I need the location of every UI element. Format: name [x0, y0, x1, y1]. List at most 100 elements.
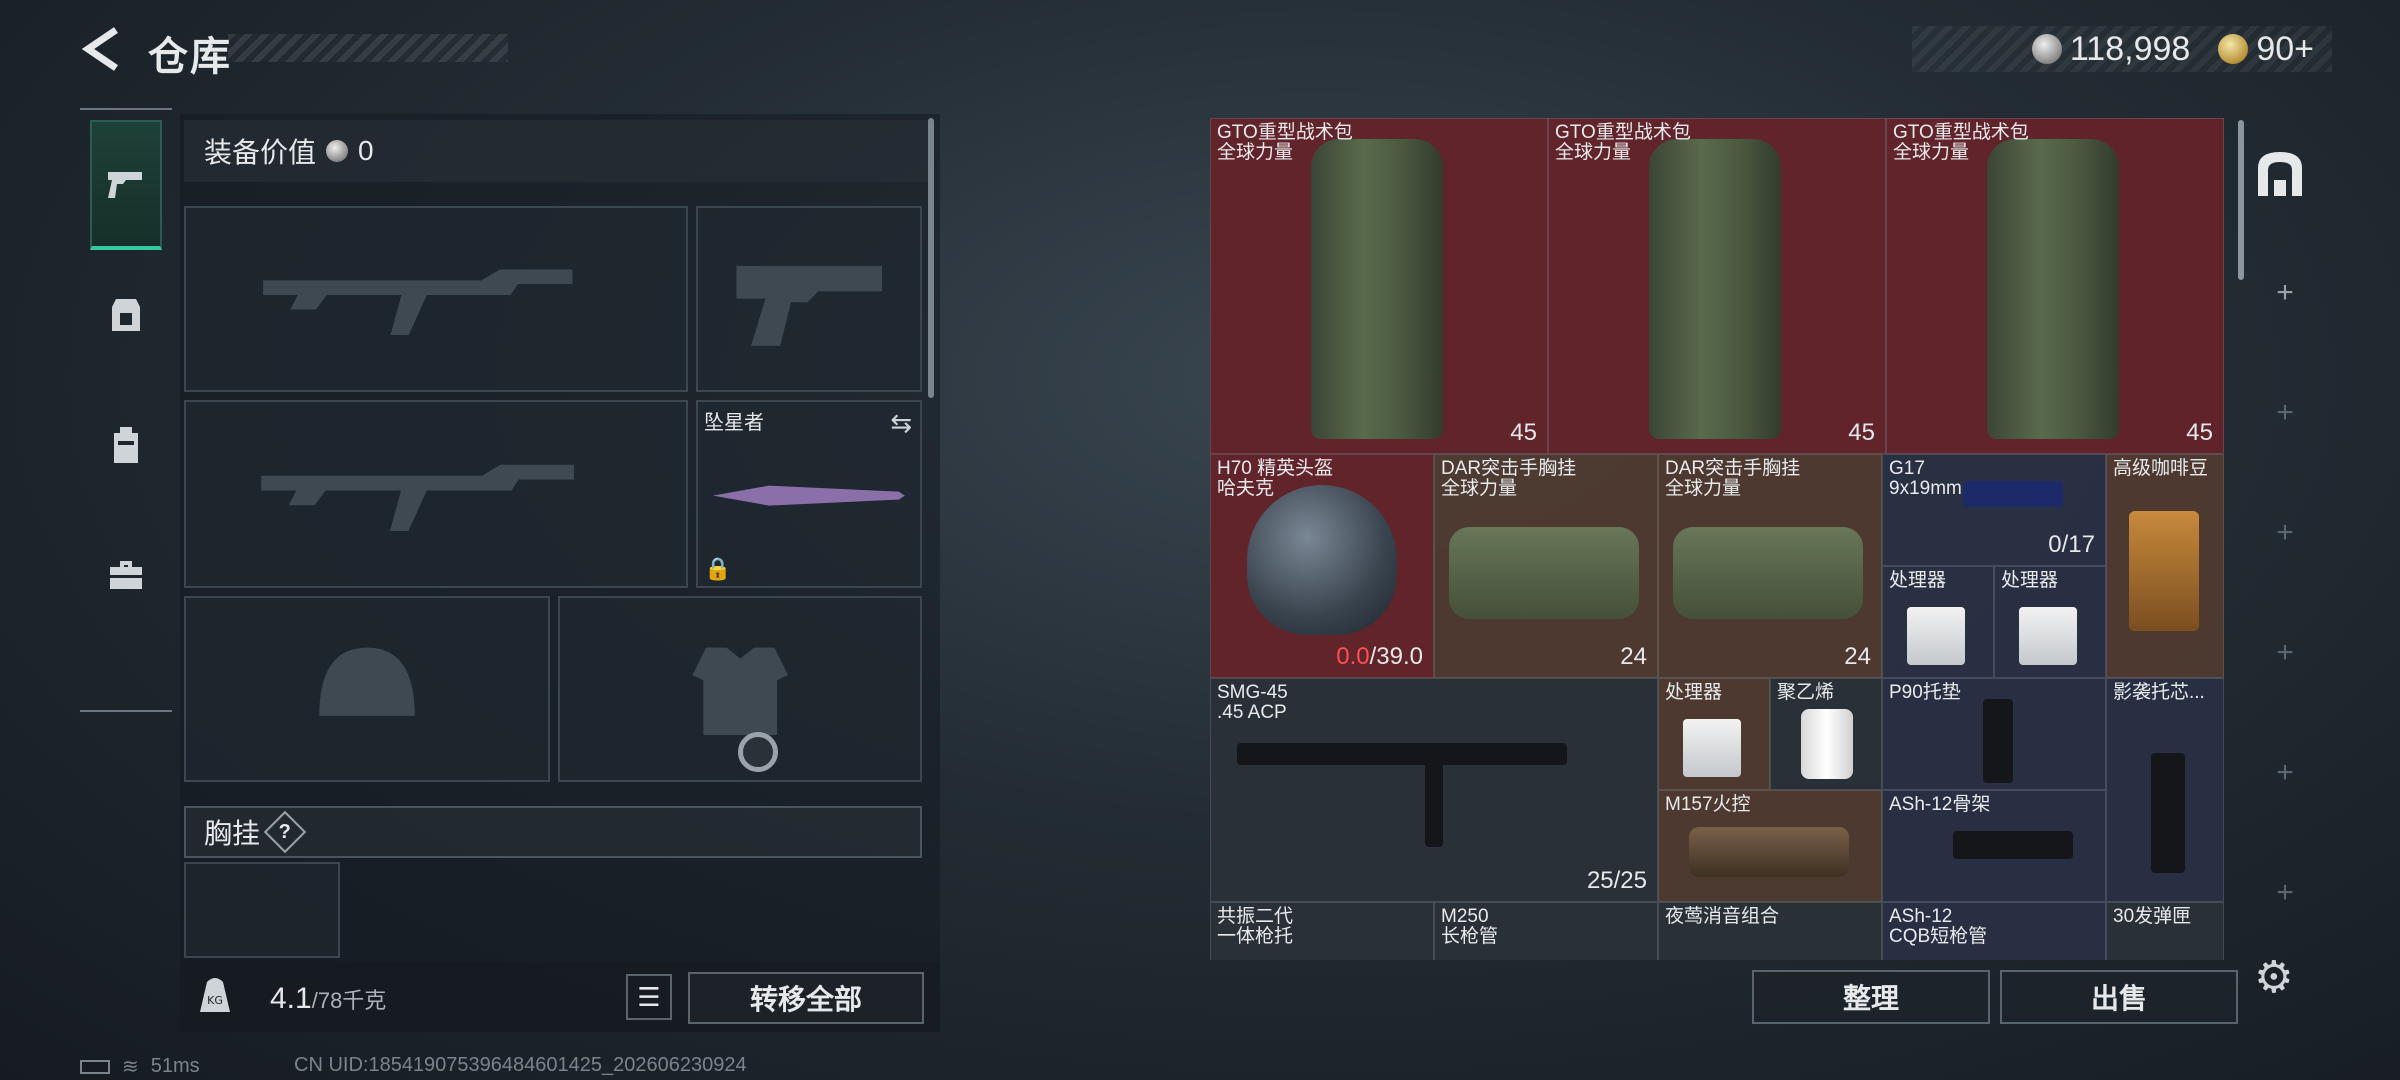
back-arrow-icon[interactable] [78, 26, 124, 72]
primary-weapon-slot[interactable] [184, 206, 688, 392]
storage-item[interactable]: 处理器 [1658, 678, 1770, 790]
item-subtitle: 长枪管 [1441, 926, 1499, 947]
item-capacity: 45 [1848, 419, 1875, 446]
sell-button[interactable]: 出售 [2000, 970, 2238, 1024]
pistol-silhouette-icon [736, 266, 882, 347]
storage-item[interactable]: M250 长枪管 [1434, 902, 1658, 960]
storage-item[interactable]: G17 9x19mm 0/17 [1882, 454, 2106, 566]
item-name: GTO重型战术包 [1217, 122, 1353, 143]
page-title: 仓库 [148, 35, 232, 79]
add-storage-icon[interactable]: + [2250, 876, 2320, 910]
storage-item[interactable]: H70 精英头盔 哈夫克 0.0/39.0 [1210, 454, 1434, 678]
add-storage-icon[interactable]: + [2250, 396, 2320, 430]
user-id: CN UID:18541907539648460​1425_2026062309… [294, 1054, 747, 1076]
sidearm-slot[interactable] [696, 206, 922, 392]
storage-item[interactable]: 夜莺消音组合 [1658, 902, 1882, 960]
pistol-icon [108, 172, 142, 198]
item-subtitle: .45 ACP [1217, 702, 1287, 723]
item-capacity: 45 [1510, 419, 1537, 446]
item-subtitle: 全球力量 [1555, 142, 1632, 163]
sort-button[interactable]: 整理 [1752, 970, 1990, 1024]
tab-backpack[interactable] [90, 380, 162, 510]
storage-item[interactable]: DAR突击手胸挂 全球力量 24 [1658, 454, 1882, 678]
item-durability: 0.0/39.0 [1336, 643, 1423, 670]
lock-icon: 🔒 [704, 556, 732, 581]
add-storage-icon[interactable]: + [2250, 276, 2320, 310]
category-tabs [80, 108, 172, 712]
melee-slot[interactable]: 坠星者 ⇆ 🔒 [696, 400, 922, 588]
storage-item[interactable]: GTO重型战术包 全球力量 45 [1548, 118, 1886, 454]
armor-silhouette-icon [692, 648, 788, 736]
storage-item[interactable]: 影袭托芯... [2106, 678, 2224, 902]
helmet-icon [1247, 485, 1397, 635]
storage-item[interactable]: 处理器 [1994, 566, 2106, 678]
pistol-icon [1963, 481, 2063, 507]
storage-item[interactable]: GTO重型战术包 全球力量 45 [1886, 118, 2224, 454]
silver-amount: 118,998 [2069, 29, 2191, 68]
helmet-silhouette-icon [319, 648, 415, 717]
item-name: DAR突击手胸挂 [1441, 458, 1577, 479]
helmet-slot[interactable] [184, 596, 550, 782]
item-name: GTO重型战术包 [1555, 122, 1691, 143]
storage-scrollbar[interactable] [2238, 120, 2244, 280]
storage-page-rail: + + + + + + [2250, 120, 2320, 940]
tab-case[interactable] [90, 510, 162, 640]
backpack-icon [1987, 139, 2119, 439]
weight-current: 4.1 [270, 982, 312, 1015]
p90-pad-icon [1983, 699, 2013, 783]
storage-item[interactable]: 30发弹匣 [2106, 902, 2224, 960]
storage-item[interactable]: ASh-12 CQB短枪管 [1882, 902, 2106, 960]
secondary-weapon-slot[interactable] [184, 400, 688, 588]
list-icon: ☰ [637, 981, 661, 1012]
add-storage-icon[interactable]: + [2250, 756, 2320, 790]
equipment-scrollbar[interactable] [928, 118, 934, 398]
smg-icon [1237, 743, 1567, 765]
currency-bar: 118,998 90+ [1912, 26, 2332, 72]
body-armor-slot[interactable] [558, 596, 922, 782]
title-decoration [228, 34, 508, 62]
storage-item[interactable]: 处理器 [1882, 566, 1994, 678]
help-icon[interactable]: ? [263, 810, 307, 854]
storage-item[interactable]: 共振二代 一体枪托 [1210, 902, 1434, 960]
storage-item[interactable]: M157火控 [1658, 790, 1882, 902]
storage-item[interactable]: DAR突击手胸挂 全球力量 24 [1434, 454, 1658, 678]
item-name: 聚乙烯 [1777, 682, 1835, 703]
swap-icon[interactable]: ⇆ [890, 408, 912, 439]
processor-icon [2019, 607, 2077, 665]
silver-coin-icon [326, 140, 349, 162]
item-name: 30发弹匣 [2113, 906, 2192, 927]
add-storage-icon[interactable]: + [2250, 516, 2320, 550]
storage-item[interactable]: 高级咖啡豆 [2106, 454, 2224, 678]
item-name: G17 [1889, 458, 1925, 479]
storage-item[interactable]: GTO重型战术包 全球力量 45 [1210, 118, 1548, 454]
storage-item[interactable]: ASh-12骨架 [1882, 790, 2106, 902]
storage-item[interactable]: 聚乙烯 [1770, 678, 1882, 790]
equipment-value-label: 装备价值 [204, 137, 317, 168]
chest-rig-icon [1673, 527, 1863, 619]
weight-max: /78千克 [311, 988, 387, 1013]
tab-weapons[interactable] [90, 120, 162, 250]
svg-text:KG: KG [207, 994, 223, 1007]
gold-amount: 90+ [2256, 29, 2314, 68]
item-ammo: 0/17 [2048, 531, 2095, 558]
coffee-bag-icon [2129, 511, 2199, 631]
storage-item[interactable]: SMG-45 .45 ACP 25/25 [1210, 678, 1658, 902]
list-view-button[interactable]: ☰ [626, 974, 672, 1020]
transfer-all-button[interactable]: 转移全部 [688, 972, 924, 1024]
item-name: 处理器 [1665, 682, 1723, 703]
item-subtitle: 9x19mm [1889, 478, 1962, 499]
weight-bag-icon: KG [200, 978, 230, 1012]
add-storage-icon[interactable]: + [2250, 636, 2320, 670]
item-subtitle: 全球力量 [1665, 478, 1742, 499]
storage-grid: GTO重型战术包 全球力量 45 GTO重型战术包 全球力量 45 GTO重型战… [1210, 118, 2224, 960]
tab-armor[interactable] [90, 250, 162, 380]
item-subtitle: 全球力量 [1217, 142, 1294, 163]
backpack-icon [114, 427, 138, 463]
settings-gear-icon[interactable]: ⚙ [2254, 952, 2304, 1002]
item-capacity: 24 [1844, 643, 1871, 670]
ash12-frame-icon [1953, 831, 2073, 859]
briefcase-icon [110, 561, 142, 589]
chest-rig-slot[interactable] [184, 862, 340, 958]
storage-item[interactable]: P90托垫 [1882, 678, 2106, 790]
battery-icon [80, 1059, 110, 1074]
